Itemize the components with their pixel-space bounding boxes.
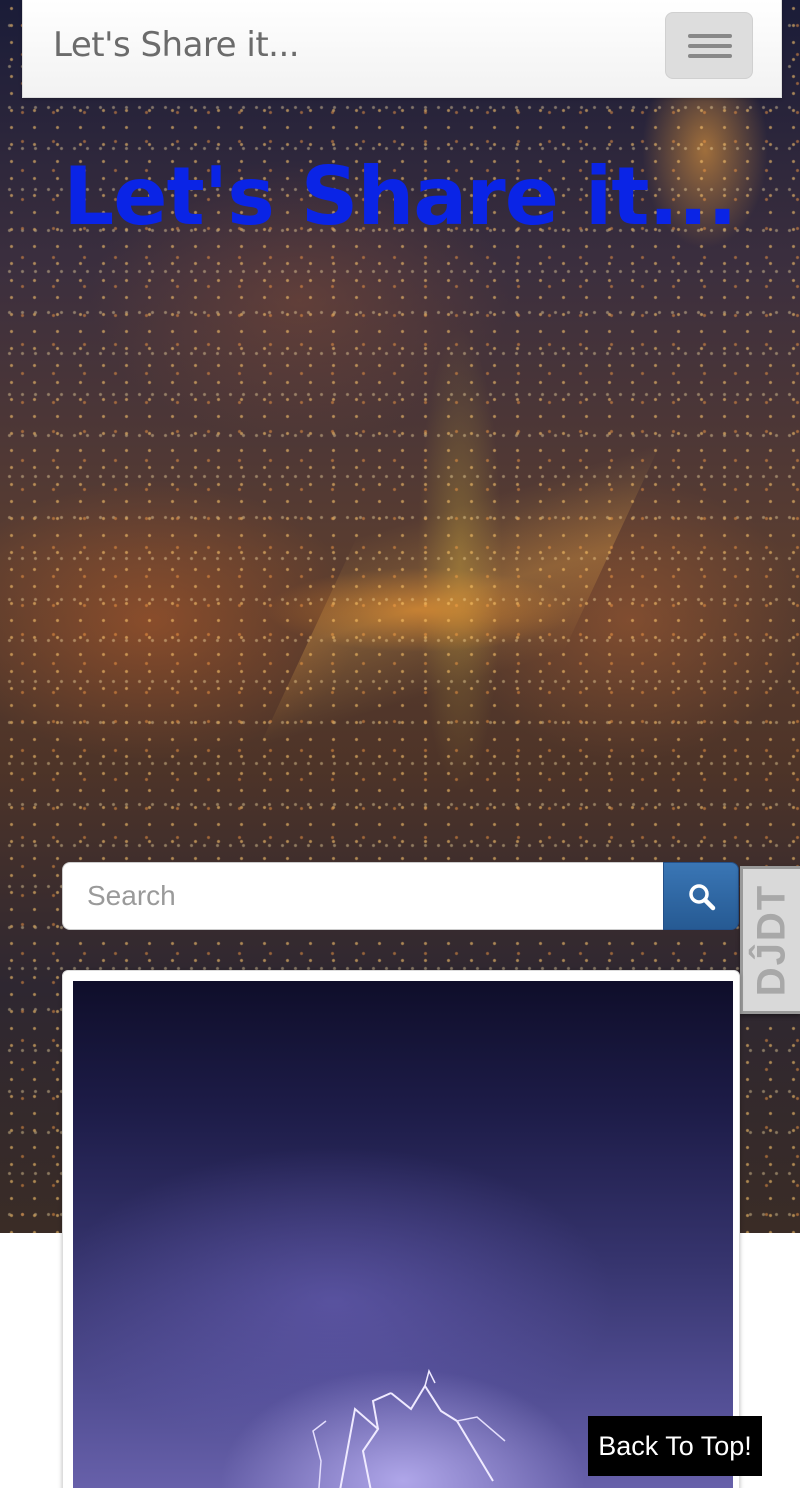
navbar: Let's Share it... <box>22 0 782 98</box>
menu-toggle-button[interactable] <box>665 12 753 79</box>
hero-title: Let's Share it... <box>63 150 737 243</box>
lightning-bolt-graphic <box>312 1368 506 1488</box>
search-input[interactable] <box>62 862 664 930</box>
search-icon <box>689 884 716 911</box>
side-badge-label: DĴDT <box>749 883 793 997</box>
hamburger-menu-icon <box>688 34 732 38</box>
search-button[interactable] <box>663 862 739 930</box>
side-feedback-tab[interactable]: DĴDT <box>740 866 800 1014</box>
back-to-top-button[interactable]: Back To Top! <box>588 1416 762 1476</box>
search-form <box>62 862 739 930</box>
hamburger-menu-icon-bar <box>688 54 732 58</box>
post-image-lightning[interactable] <box>73 981 733 1488</box>
post-card[interactable] <box>62 970 740 1488</box>
hamburger-menu-icon-bar <box>688 44 732 48</box>
navbar-brand[interactable]: Let's Share it... <box>53 25 300 65</box>
